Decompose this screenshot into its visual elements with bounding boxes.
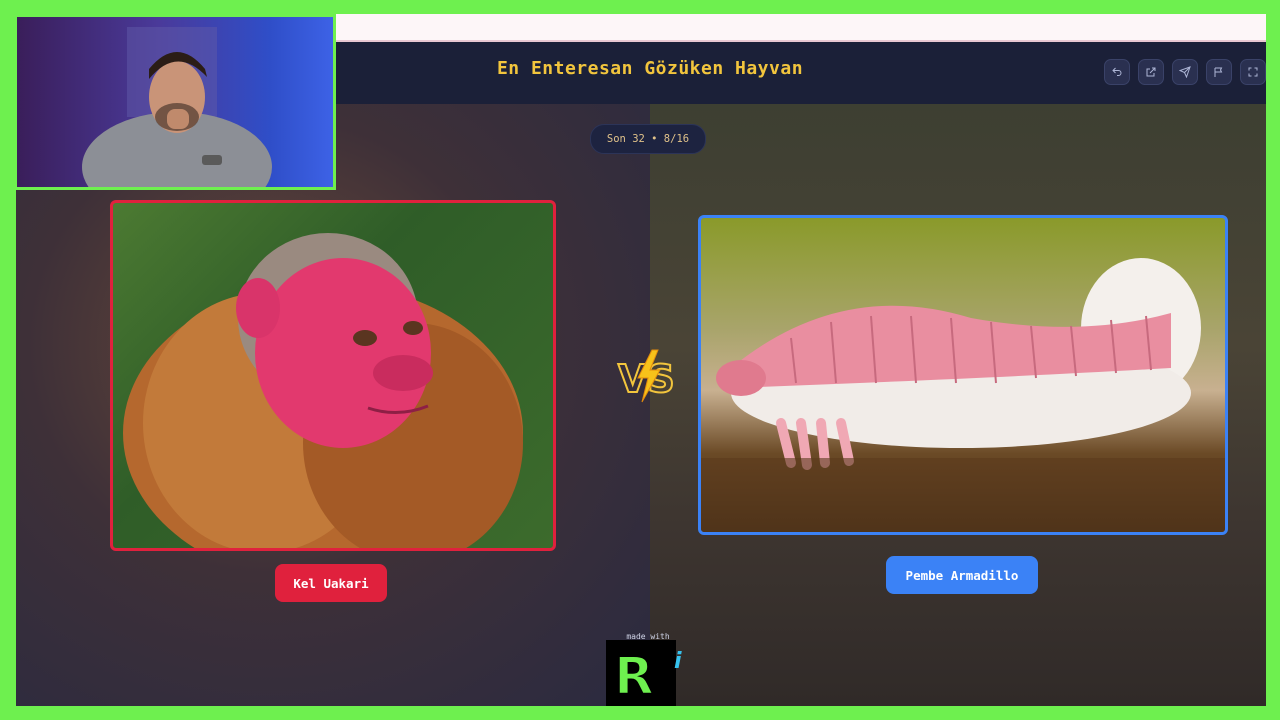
webcam-overlay: [14, 14, 336, 190]
flag-button[interactable]: [1206, 59, 1232, 85]
right-choice-card[interactable]: [698, 215, 1228, 535]
streamer-webcam-image: [82, 27, 272, 187]
right-choice-button[interactable]: Pembe Armadillo: [886, 556, 1038, 594]
undo-button[interactable]: [1104, 59, 1130, 85]
watermark-suffix: i: [674, 649, 682, 674]
fullscreen-icon: [1248, 67, 1258, 77]
share-button[interactable]: [1138, 59, 1164, 85]
left-choice-card[interactable]: [110, 200, 556, 551]
browser-top-strip: [336, 14, 1266, 42]
watermark-logo: R i: [606, 640, 682, 708]
send-button[interactable]: [1172, 59, 1198, 85]
vs-lightning-icon: VS: [614, 348, 680, 404]
send-icon: [1179, 66, 1191, 78]
flag-icon: [1214, 67, 1223, 77]
share-icon: [1146, 67, 1156, 77]
pink-fairy-armadillo-photo: [701, 258, 1225, 532]
bald-uakari-photo: [123, 233, 523, 548]
fullscreen-button[interactable]: [1240, 59, 1266, 85]
round-badge: Son 32 • 8/16: [590, 124, 706, 154]
undo-icon: [1112, 67, 1122, 76]
header-actions: [1104, 59, 1266, 85]
left-choice-button[interactable]: Kel Uakari: [275, 564, 387, 602]
header-bar: En Enteresan Gözüken Hayvan: [334, 42, 1266, 105]
watermark-letter: R: [614, 647, 654, 706]
